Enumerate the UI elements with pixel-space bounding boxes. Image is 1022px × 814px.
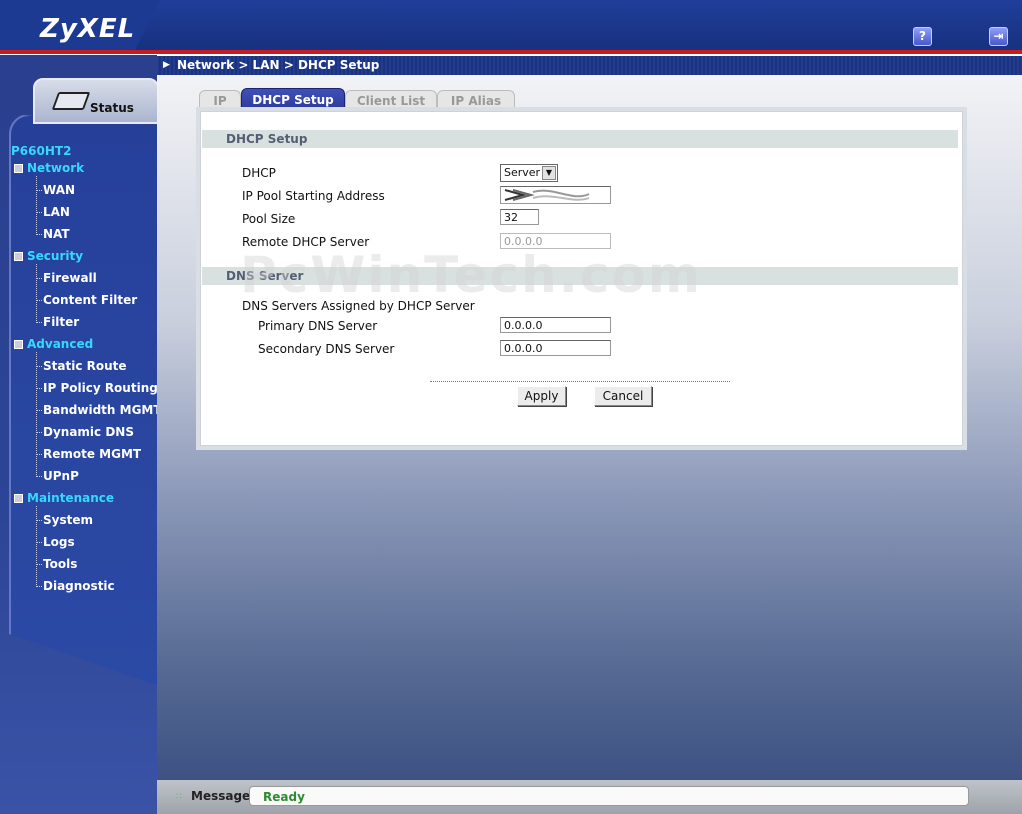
sidebar-item-content-filter[interactable]: Content Filter xyxy=(43,293,137,307)
help-icon[interactable]: ? xyxy=(913,27,932,46)
sidebar-item-ip-policy-routing[interactable]: IP Policy Routing xyxy=(43,381,158,395)
message-bar: ∷ Message Ready xyxy=(157,780,1022,814)
sidebar-item-dynamic-dns[interactable]: Dynamic DNS xyxy=(43,425,134,439)
tree-line xyxy=(36,352,37,477)
tree-branch xyxy=(36,454,42,455)
collapse-advanced-icon[interactable] xyxy=(14,340,23,349)
tab-ip[interactable]: IP xyxy=(199,90,241,112)
sidebar-item-bandwidth-mgmt[interactable]: Bandwidth MGMT xyxy=(43,403,162,417)
tree-branch xyxy=(36,322,42,323)
collapse-maintenance-icon[interactable] xyxy=(14,494,23,503)
primary-dns-label: Primary DNS Server xyxy=(258,319,378,333)
ip-pool-start-field[interactable] xyxy=(500,186,611,204)
dhcp-mode-value: Server xyxy=(504,166,541,179)
sidebar-item-filter[interactable]: Filter xyxy=(43,315,79,329)
tree-branch xyxy=(36,586,42,587)
tree-branch xyxy=(36,520,42,521)
breadcrumb-bar: ▶ Network > LAN > DHCP Setup xyxy=(157,56,1022,75)
tab-dhcp-setup[interactable]: DHCP Setup xyxy=(241,88,345,112)
apply-button[interactable]: Apply xyxy=(517,386,566,406)
ip-pool-label: IP Pool Starting Address xyxy=(242,189,385,203)
tab-ip-alias[interactable]: IP Alias xyxy=(437,90,515,112)
obscured-address-graphic xyxy=(504,189,590,201)
tree-branch xyxy=(36,542,42,543)
secondary-dns-field[interactable]: 0.0.0.0 xyxy=(500,340,611,356)
nav-panel xyxy=(9,114,159,686)
tree-line xyxy=(36,506,37,587)
sidebar-item-lan[interactable]: LAN xyxy=(43,205,70,219)
tree-line xyxy=(36,264,37,323)
sidebar-section-maintenance[interactable]: Maintenance xyxy=(27,491,114,505)
sidebar-item-static-route[interactable]: Static Route xyxy=(43,359,127,373)
watermark: PcWinTech.com xyxy=(240,246,702,304)
secondary-dns-label: Secondary DNS Server xyxy=(258,342,395,356)
pool-size-field[interactable]: 32 xyxy=(500,209,539,225)
logout-icon[interactable]: ⇥ xyxy=(989,27,1008,46)
message-label: Message xyxy=(191,789,251,803)
tree-line xyxy=(36,176,37,235)
tree-branch xyxy=(36,476,42,477)
section-header-dhcp-setup: DHCP Setup xyxy=(202,130,958,148)
header-divider xyxy=(0,50,1022,54)
sidebar-item-system[interactable]: System xyxy=(43,513,93,527)
breadcrumb-arrow-icon: ▶ xyxy=(163,60,170,70)
status-button[interactable]: Status xyxy=(33,78,159,124)
tree-branch xyxy=(36,278,42,279)
sidebar-item-upnp[interactable]: UPnP xyxy=(43,469,79,483)
tree-branch xyxy=(36,564,42,565)
tree-branch xyxy=(36,190,42,191)
tree-branch xyxy=(36,366,42,367)
dhcp-label: DHCP xyxy=(242,166,276,180)
sidebar-section-advanced[interactable]: Advanced xyxy=(27,337,93,351)
cancel-button[interactable]: Cancel xyxy=(594,386,652,406)
sidebar-item-tools[interactable]: Tools xyxy=(43,557,77,571)
tab-client-list[interactable]: Client List xyxy=(345,90,437,112)
tree-branch xyxy=(36,410,42,411)
breadcrumb: Network > LAN > DHCP Setup xyxy=(177,58,380,72)
header-bar: ZyXEL ? ⇥ xyxy=(0,0,1022,54)
sidebar-section-security[interactable]: Security xyxy=(27,249,83,263)
collapse-network-icon[interactable] xyxy=(14,164,23,173)
tree-branch xyxy=(36,388,42,389)
sidebar-item-wan[interactable]: WAN xyxy=(43,183,75,197)
primary-dns-field[interactable]: 0.0.0.0 xyxy=(500,317,611,333)
collapse-security-icon[interactable] xyxy=(14,252,23,261)
sidebar-item-diagnostic[interactable]: Diagnostic xyxy=(43,579,115,593)
chevron-down-icon[interactable]: ▼ xyxy=(542,166,556,180)
router-icon xyxy=(51,92,91,110)
tree-branch xyxy=(36,300,42,301)
status-label: Status xyxy=(90,101,134,115)
button-divider xyxy=(430,381,730,382)
dhcp-mode-select[interactable]: Server ▼ xyxy=(500,164,558,182)
model-name: P660HT2 xyxy=(11,144,72,158)
tree-branch xyxy=(36,234,42,235)
sidebar-section-network[interactable]: Network xyxy=(27,161,84,175)
dns-assigned-label: DNS Servers Assigned by DHCP Server xyxy=(242,299,475,313)
sidebar-item-nat[interactable]: NAT xyxy=(43,227,70,241)
message-status: Ready xyxy=(263,790,305,804)
sidebar-item-logs[interactable]: Logs xyxy=(43,535,75,549)
pool-size-label: Pool Size xyxy=(242,212,296,226)
sidebar-item-firewall[interactable]: Firewall xyxy=(43,271,97,285)
tree-branch xyxy=(36,212,42,213)
message-dots-icon: ∷ xyxy=(176,792,182,802)
zyxel-logo: ZyXEL xyxy=(40,14,136,44)
tree-branch xyxy=(36,432,42,433)
sidebar-item-remote-mgmt[interactable]: Remote MGMT xyxy=(43,447,141,461)
dhcp-setup-heading: DHCP Setup xyxy=(226,132,308,146)
message-field: Ready xyxy=(249,786,969,806)
